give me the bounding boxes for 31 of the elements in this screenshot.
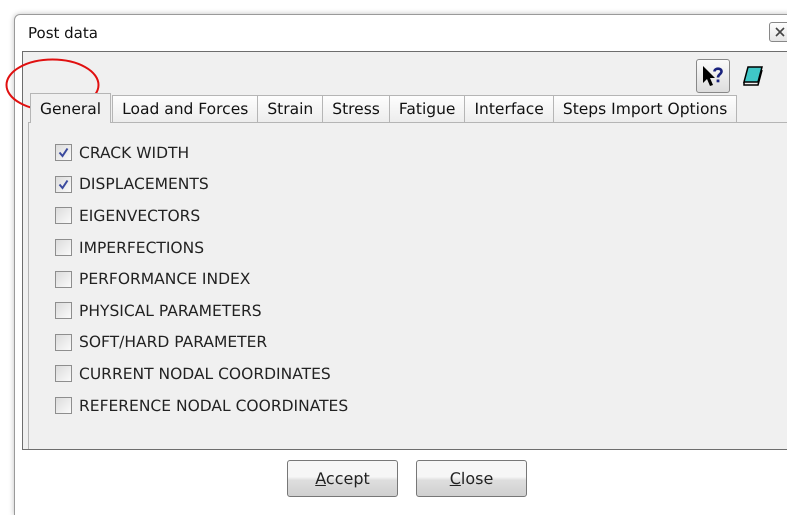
- checkbox[interactable]: [55, 239, 72, 256]
- tab[interactable]: Interface: [464, 95, 554, 123]
- checkbox[interactable]: [55, 334, 72, 351]
- help-pointer-icon[interactable]: [696, 59, 730, 93]
- checkbox[interactable]: [55, 176, 72, 193]
- close-icon: [775, 27, 785, 37]
- tab[interactable]: Fatigue: [388, 95, 466, 123]
- checkbox[interactable]: [55, 207, 72, 224]
- checkbox[interactable]: [55, 365, 72, 382]
- checkbox-label: CURRENT NODAL COORDINATES: [79, 364, 331, 383]
- checkbox[interactable]: [55, 144, 72, 162]
- checkbox-label: PHYSICAL PARAMETERS: [79, 302, 262, 320]
- checkbox[interactable]: [55, 302, 72, 320]
- tab[interactable]: General: [30, 93, 112, 123]
- window-close-button[interactable]: [769, 22, 787, 42]
- checkbox-label: PERFORMANCE INDEX: [79, 270, 250, 288]
- checkbox-label: SOFT/HARD PARAMETER: [79, 333, 268, 352]
- close-button[interactable]: Close: [416, 460, 527, 497]
- tab[interactable]: Steps Import Options: [552, 95, 738, 123]
- checkbox-label: REFERENCE NODAL COORDINATES: [79, 396, 348, 415]
- checkbox[interactable]: [55, 270, 72, 288]
- tab[interactable]: Stress: [322, 95, 390, 123]
- tab[interactable]: Load and Forces: [112, 95, 258, 123]
- accept-button[interactable]: Accept: [287, 460, 398, 497]
- checkbox-label: IMPERFECTIONS: [79, 238, 204, 257]
- window-title: Post data: [28, 24, 98, 42]
- checkbox[interactable]: [55, 397, 72, 414]
- checkbox-label: DISPLACEMENTS: [79, 175, 209, 194]
- checkbox-label: CRACK WIDTH: [79, 144, 190, 162]
- checkbox-label: EIGENVECTORS: [79, 206, 200, 225]
- tab[interactable]: Strain: [257, 95, 324, 123]
